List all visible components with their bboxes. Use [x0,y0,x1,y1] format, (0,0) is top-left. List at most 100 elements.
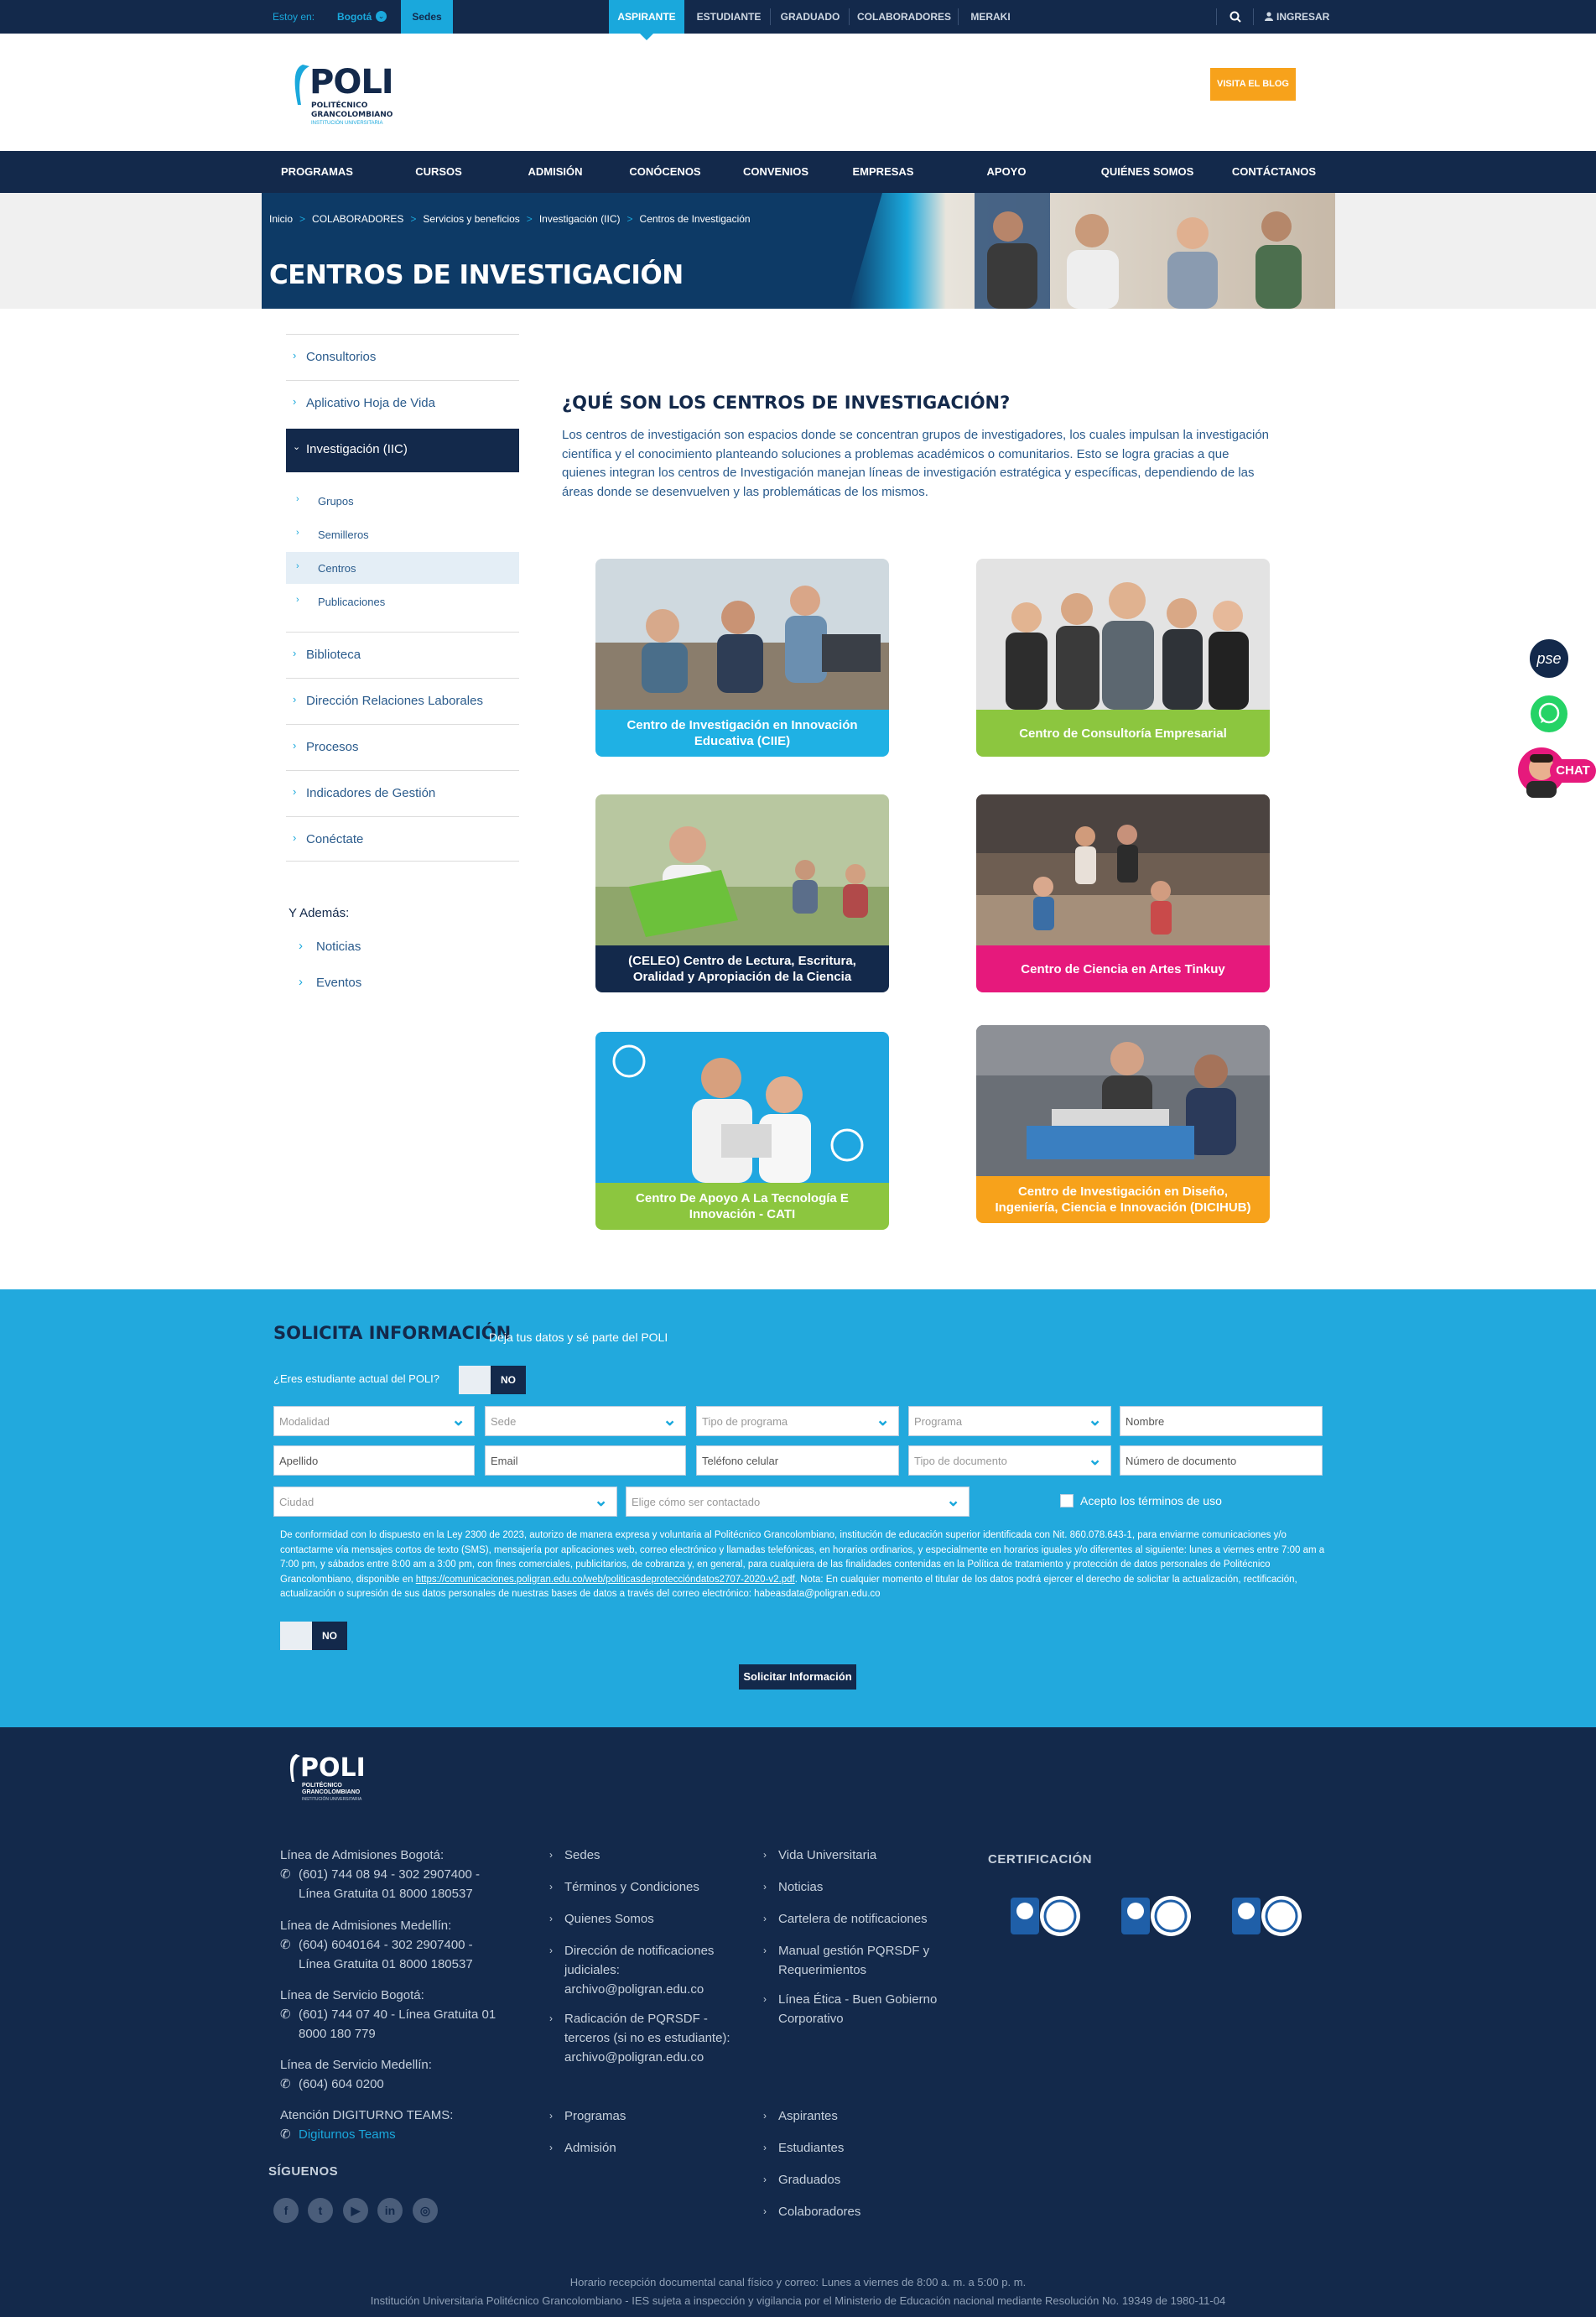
pse-button[interactable]: pse [1528,638,1570,679]
card-consultoria[interactable]: Centro de Consultoría Empresarial [976,559,1270,757]
programa-select[interactable]: Programa [908,1406,1111,1436]
sidebar-item-investigacion[interactable]: ⌄ Investigación (IIC) [286,429,519,472]
blog-button[interactable]: VISITA EL BLOG [1210,68,1296,101]
footer-link-linea-etica[interactable]: › Línea Ética - Buen Gobierno Corporativo [763,1990,963,2028]
apellido-field[interactable]: Apellido [273,1445,475,1476]
footer-link-colaboradores[interactable]: › Colaboradores [763,2202,963,2221]
sidebar-subitem-grupos[interactable]: › Grupos [286,485,519,517]
contact-digiturno: Atención DIGITURNO TEAMS: ✆ Digiturnos Te… [280,2106,507,2144]
card-celeo[interactable]: (CELEO) Centro de Lectura, Escritura, Or… [595,794,889,992]
numero-documento-field[interactable]: Número de documento [1120,1445,1323,1476]
privacy-policy-link[interactable]: https://comunicaciones.poligran.edu.co/w… [416,1575,795,1585]
nav-quienes-somos[interactable]: QUIÉNES SOMOS [1099,151,1196,193]
tipo-programa-select[interactable]: Tipo de programa [696,1406,899,1436]
footer-logo[interactable]: POLI POLITÉCNICO GRANCOLOMBIANO INSTITUC… [288,1753,388,1804]
sedes-button[interactable]: Sedes [401,0,453,34]
login-link[interactable]: INGRESAR [1276,11,1329,23]
footer-link-estudiantes[interactable]: › Estudiantes [763,2138,963,2158]
facebook-icon[interactable]: f [273,2198,299,2223]
tab-estudiante[interactable]: ESTUDIANTE [689,0,768,34]
card-label: Centro de Ciencia en Artes Tinkuy [976,945,1270,992]
footer-link-aspirantes[interactable]: › Aspirantes [763,2106,963,2126]
tab-meraki[interactable]: MERAKI [961,0,1020,34]
sidebar-item-relaciones-laborales[interactable]: › Dirección Relaciones Laborales [286,678,519,723]
sidebar-item-procesos[interactable]: › Procesos [286,724,519,769]
sede-select[interactable]: Sede [485,1406,686,1436]
footer-link-notificaciones-judiciales[interactable]: › Dirección de notificaciones judiciales:… [549,1941,745,1999]
submit-button[interactable]: Solicitar Información [739,1664,856,1690]
breadcrumb-investigacion[interactable]: Investigación (IIC) [539,213,621,225]
footer-link-programas[interactable]: › Programas [549,2106,749,2126]
user-icon [1265,12,1273,21]
nav-admision[interactable]: ADMISIÓN [522,151,589,193]
footer-link-quienes-somos[interactable]: › Quienes Somos [549,1909,749,1929]
sidebar-subitem-semilleros[interactable]: › Semilleros [286,518,519,550]
footer-link-label: Quienes Somos [564,1912,654,1926]
terms-checkbox[interactable] [1060,1494,1074,1507]
footer-link-cartelera[interactable]: › Cartelera de notificaciones [763,1909,963,1929]
tipo-documento-select[interactable]: Tipo de documento [908,1445,1111,1476]
youtube-icon[interactable]: ▶ [343,2198,368,2223]
legal-toggle[interactable]: NO [280,1622,347,1650]
tab-colaboradores[interactable]: COLABORADORES [852,0,956,34]
sidebar-item-biblioteca[interactable]: › Biblioteca [286,632,519,677]
footer-link-terminos[interactable]: › Términos y Condiciones [549,1877,749,1897]
footer-link-manual-pqrsdf[interactable]: › Manual gestión PQRSDF y Requerimientos [763,1941,963,1980]
nombre-field[interactable]: Nombre [1120,1406,1323,1436]
search-icon[interactable] [1229,11,1241,23]
chevron-down-icon: ⌄ [293,442,301,452]
digiturno-link[interactable]: Digiturnos Teams [299,2127,396,2142]
nav-apoyo-financiero[interactable]: APOYO FINANCIERO [952,151,1061,220]
sidebar-item-hoja-de-vida[interactable]: › Aplicativo Hoja de Vida [286,380,519,425]
tab-aspirante[interactable]: ASPIRANTE [609,0,684,34]
tab-graduado[interactable]: GRADUADO [773,0,847,34]
footer-link-vida-universitaria[interactable]: › Vida Universitaria [763,1846,963,1865]
toggle-yes[interactable] [280,1622,312,1650]
footer-link-graduados[interactable]: › Graduados [763,2170,963,2189]
footer-link-sedes[interactable]: › Sedes [549,1846,749,1865]
twitter-icon[interactable]: t [308,2198,333,2223]
sidebar-item-indicadores[interactable]: › Indicadores de Gestión [286,770,519,815]
nav-convenios[interactable]: CONVENIOS [738,151,814,193]
sidebar-item-consultorios[interactable]: › Consultorios [286,334,519,379]
city-selector[interactable]: Bogotá [337,11,372,23]
ademas-noticias-link[interactable]: Noticias [316,940,361,954]
poli-logo[interactable]: POLI POLITÉCNICO GRANCOLOMBIANO INSTITUC… [291,63,425,138]
ciudad-select[interactable]: Ciudad [273,1487,617,1517]
nav-empresas[interactable]: EMPRESAS [845,151,921,193]
email-field[interactable]: Email [485,1445,686,1476]
nav-conocenos[interactable]: CONÓCENOS [627,151,703,193]
chat-button[interactable]: CHAT [1518,742,1596,798]
linkedin-icon[interactable]: in [377,2198,403,2223]
card-tinkuy[interactable]: Centro de Ciencia en Artes Tinkuy [976,794,1270,992]
breadcrumb-inicio[interactable]: Inicio [269,213,293,225]
ademas-eventos-link[interactable]: Eventos [316,976,361,990]
sidebar-subitem-publicaciones[interactable]: › Publicaciones [286,586,519,617]
sidebar-item-label: Conéctate [306,832,364,846]
nav-contactanos[interactable]: CONTÁCTANOS [1229,151,1318,193]
sidebar-item-label: Procesos [306,740,359,754]
sidebar-item-conectate[interactable]: › Conéctate [286,816,519,862]
contacto-select[interactable]: Elige cómo ser contactado [626,1487,970,1517]
toggle-no[interactable]: NO [312,1622,347,1650]
nav-programas[interactable]: PROGRAMAS [279,151,355,193]
toggle-no[interactable]: NO [491,1366,526,1394]
footer-link-admision[interactable]: › Admisión [549,2138,749,2158]
card-cati[interactable]: Centro De Apoyo A La Tecnología E Innova… [595,1032,889,1230]
chevron-right-icon: › [296,595,299,605]
sidebar-subitem-centros[interactable]: › Centros [286,552,519,584]
modalidad-select[interactable]: Modalidad [273,1406,475,1436]
nav-cursos-cortos[interactable]: CURSOS CORTOS [394,151,483,220]
student-toggle[interactable]: NO [459,1366,526,1394]
card-dicihub[interactable]: Centro de Investigación en Diseño, Ingen… [976,1025,1270,1223]
breadcrumb-servicios[interactable]: Servicios y beneficios [423,213,519,225]
instagram-icon[interactable]: ◎ [413,2198,438,2223]
footer-link-pqrsdf-terceros[interactable]: › Radicación de PQRSDF - terceros (si no … [549,2009,753,2067]
breadcrumb-colaboradores[interactable]: COLABORADORES [312,213,403,225]
toggle-yes[interactable] [459,1366,491,1394]
whatsapp-button[interactable] [1528,693,1570,735]
card-ciie[interactable]: Centro de Investigación en Innovación Ed… [595,559,889,757]
chevron-down-icon[interactable]: ⌄ [376,11,387,22]
telefono-field[interactable]: Teléfono celular [696,1445,899,1476]
footer-link-noticias[interactable]: › Noticias [763,1877,963,1897]
